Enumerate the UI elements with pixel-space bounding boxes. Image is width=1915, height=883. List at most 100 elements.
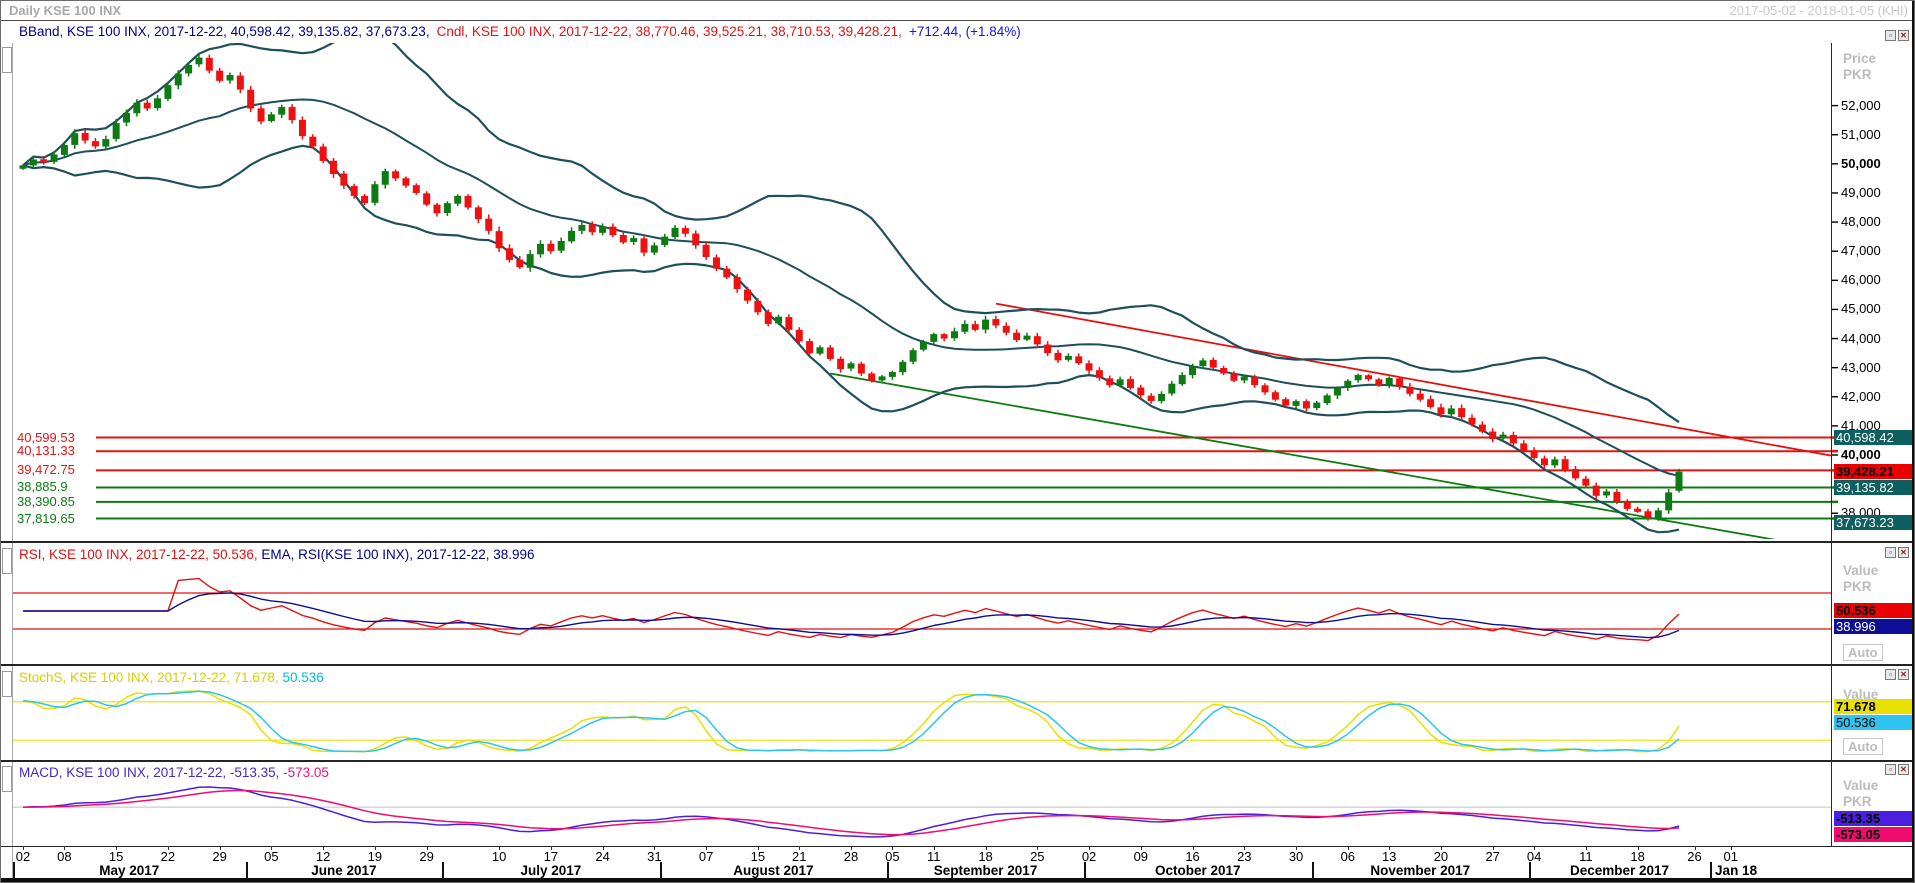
main-pane-buttons: ▫ ✕ — [1885, 30, 1909, 41]
rsi-auto-scale-button[interactable]: Auto — [1843, 644, 1883, 661]
rsi-legend-ema[interactable]: EMA, RSI(KSE 100 INX), 2017-12-22, 38.99… — [261, 547, 534, 562]
rsi-pane-buttons: ▫ ✕ — [1885, 547, 1909, 558]
close-icon[interactable]: ✕ — [1898, 669, 1909, 680]
pane-separator-1[interactable] — [1, 541, 1915, 543]
day-tick-label: 18 — [978, 849, 992, 864]
macd-legend[interactable]: MACD, KSE 100 INX, 2017-12-22, -513.35, … — [19, 765, 329, 780]
day-tick-label: 06 — [1341, 849, 1355, 864]
day-tick-label: 02 — [1082, 849, 1096, 864]
macd-pane-buttons: ▫ ✕ — [1885, 764, 1909, 775]
day-tick-label: 26 — [1687, 849, 1701, 864]
price-tick-label: 52,000 — [1841, 98, 1881, 113]
restore-icon[interactable]: ▫ — [1885, 764, 1896, 775]
month-label: October 2017 — [1155, 863, 1241, 878]
day-tick-label: 30 — [1289, 849, 1303, 864]
macd-axis-title-line1: Value — [1843, 778, 1878, 794]
day-tick-label: 10 — [492, 849, 506, 864]
price-axis-title: Price PKR — [1843, 51, 1876, 83]
day-tick-label: 23 — [1237, 849, 1251, 864]
month-label: August 2017 — [733, 863, 813, 878]
pane-separator-2[interactable] — [1, 664, 1915, 666]
stoch-layer — [13, 691, 1831, 752]
day-tick-label: 28 — [844, 849, 858, 864]
day-tick-label: 15 — [109, 849, 123, 864]
value-axis-separator[interactable] — [1831, 43, 1832, 846]
price-tick-label: 42,000 — [1841, 389, 1881, 404]
rsi-axis-title-line2: PKR — [1843, 579, 1878, 595]
month-label: September 2017 — [934, 863, 1038, 878]
day-tick-label: 09 — [1134, 849, 1148, 864]
rsi-legend-main[interactable]: RSI, KSE 100 INX, 2017-12-22, 50.536, — [19, 547, 258, 562]
bottom-border — [1, 878, 1915, 883]
restore-icon[interactable]: ▫ — [1885, 30, 1896, 41]
day-tick-label: 17 — [544, 849, 558, 864]
day-tick-label: 13 — [1382, 849, 1396, 864]
chart-canvas[interactable] — [1, 1, 1915, 883]
support-level-label: 37,819.65 — [17, 511, 75, 526]
day-tick-label: 16 — [1185, 849, 1199, 864]
macd-value-box: -573.05 — [1834, 827, 1914, 842]
bollinger-bands — [23, 29, 1679, 532]
price-tick-label: 46,000 — [1841, 272, 1881, 287]
plot-left-border — [12, 43, 13, 879]
month-label: December 2017 — [1570, 863, 1669, 878]
day-tick-label: 02 — [16, 849, 30, 864]
close-icon[interactable]: ✕ — [1898, 30, 1909, 41]
rsi-layer — [13, 579, 1831, 641]
month-label: July 2017 — [520, 863, 581, 878]
chart-window: Daily KSE 100 INX 2017-05-02 - 2018-01-0… — [0, 0, 1915, 883]
restore-icon[interactable]: ▫ — [1885, 669, 1896, 680]
rsi-axis-title-line1: Value — [1843, 563, 1878, 579]
day-tick-label: 21 — [792, 849, 806, 864]
day-tick-label: 29 — [212, 849, 226, 864]
close-icon[interactable]: ✕ — [1898, 764, 1909, 775]
day-tick-label: 07 — [699, 849, 713, 864]
pane-separator-3[interactable] — [1, 760, 1915, 762]
rsi-axis-title: Value PKR — [1843, 563, 1878, 595]
stoch-value-box: 50.536 — [1834, 715, 1914, 730]
main-pane-handle[interactable] — [2, 47, 12, 73]
stoch-auto-scale-button[interactable]: Auto — [1843, 738, 1883, 755]
support-resistance-lines — [96, 438, 1831, 519]
macd-axis-title-line2: PKR — [1843, 794, 1878, 810]
price-tick-label: 40,000 — [1841, 447, 1881, 462]
restore-icon[interactable]: ▫ — [1885, 547, 1896, 558]
support-level-label: 38,885.9 — [17, 479, 68, 494]
trendlines[interactable] — [830, 304, 1831, 550]
month-label: June 2017 — [311, 863, 376, 878]
day-tick-label: 19 — [368, 849, 382, 864]
day-tick-label: 11 — [927, 849, 941, 864]
price-value-box: 39,428.21 — [1834, 464, 1914, 479]
rsi-legend[interactable]: RSI, KSE 100 INX, 2017-12-22, 50.536, EM… — [19, 547, 535, 562]
macd-legend-signal[interactable]: -573.05 — [283, 765, 329, 780]
stoch-legend[interactable]: StochS, KSE 100 INX, 2017-12-22, 71.678,… — [19, 670, 324, 685]
macd-pane-handle[interactable] — [2, 766, 12, 792]
stoch-legend-main[interactable]: StochS, KSE 100 INX, 2017-12-22, 71.678, — [19, 670, 279, 685]
price-tick-label: 47,000 — [1841, 243, 1881, 258]
day-tick-label: 05 — [885, 849, 899, 864]
price-tick-label: 43,000 — [1841, 360, 1881, 375]
day-tick-label: 24 — [595, 849, 609, 864]
stoch-value-box: 71.678 — [1834, 699, 1914, 714]
price-axis-title-line2: PKR — [1843, 67, 1876, 83]
day-tick-label: 08 — [57, 849, 71, 864]
stoch-legend-d[interactable]: 50.536 — [282, 670, 323, 685]
macd-value-box: -513.35 — [1834, 811, 1914, 826]
day-tick-label: 18 — [1630, 849, 1644, 864]
macd-legend-main[interactable]: MACD, KSE 100 INX, 2017-12-22, -513.35, — [19, 765, 279, 780]
macd-layer — [13, 787, 1831, 837]
month-label: Jan 18 — [1715, 863, 1757, 878]
rsi-value-box: 50.536 — [1834, 603, 1914, 618]
resistance-level-label: 40,131.33 — [17, 443, 75, 458]
rsi-pane-handle[interactable] — [2, 548, 12, 574]
price-tick-label: 51,000 — [1841, 127, 1881, 142]
price-value-box: 37,673.23 — [1834, 515, 1914, 530]
month-label: May 2017 — [99, 863, 159, 878]
price-value-box: 40,598.42 — [1834, 430, 1914, 445]
close-icon[interactable]: ✕ — [1898, 547, 1909, 558]
stoch-pane-handle[interactable] — [2, 671, 12, 697]
support-level-label: 38,390.85 — [17, 494, 75, 509]
price-tick-label: 50,000 — [1841, 156, 1881, 171]
day-tick-label: 25 — [1030, 849, 1044, 864]
resistance-level-label: 39,472.75 — [17, 462, 75, 477]
